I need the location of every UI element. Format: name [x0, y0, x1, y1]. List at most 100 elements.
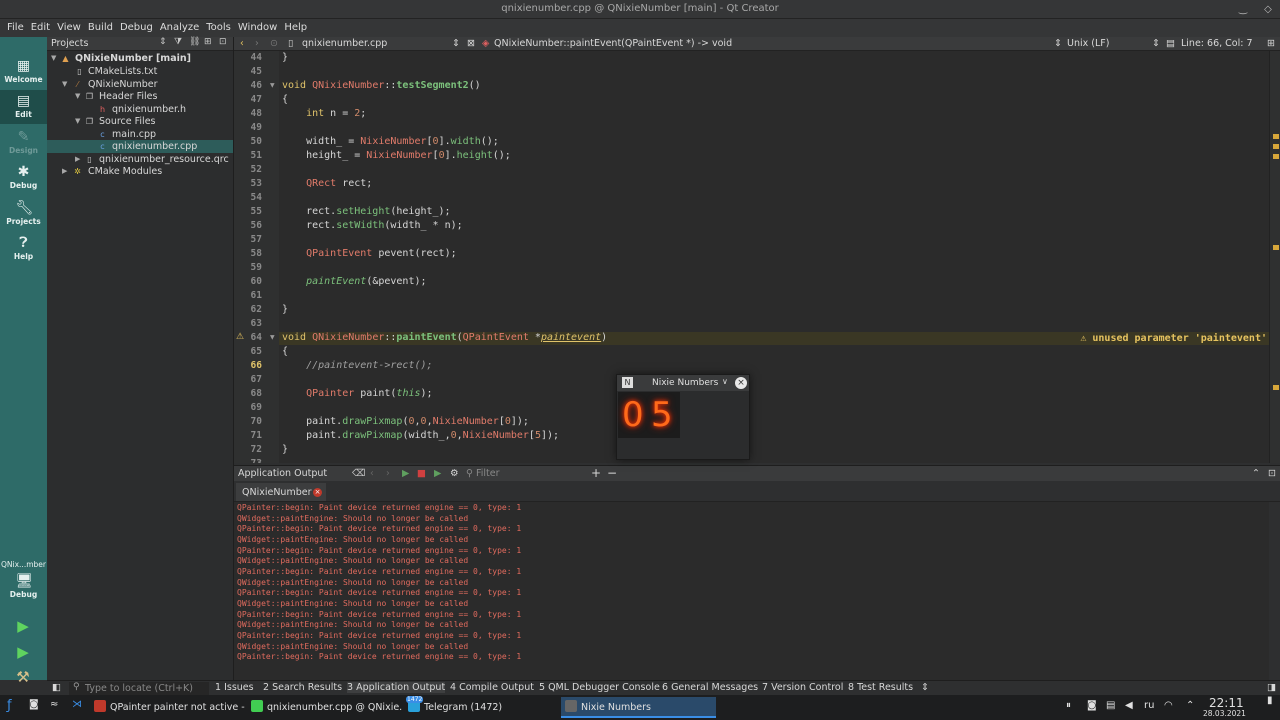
discord-tray-icon[interactable]: ◙: [1087, 700, 1097, 711]
discord-icon[interactable]: ◙: [29, 699, 39, 710]
mode-design[interactable]: ✎ Design: [0, 126, 47, 160]
task-telegram[interactable]: Telegram (1472): [404, 697, 559, 718]
mode-welcome[interactable]: ▦ Welcome: [0, 55, 47, 89]
menu-help[interactable]: Help: [283, 19, 311, 37]
launcher-icon[interactable]: ≈: [50, 699, 58, 710]
prev-icon[interactable]: ‹: [370, 468, 374, 479]
close-pane-icon[interactable]: ⊡: [219, 37, 227, 47]
toggle-output-icon[interactable]: ◨: [1267, 682, 1276, 693]
clock-time[interactable]: 22:11: [1209, 696, 1244, 710]
application-output[interactable]: QPainter::begin: Paint device returned e…: [234, 502, 1269, 680]
pane-application-output[interactable]: 3 Application Output: [347, 682, 446, 693]
close-file-icon[interactable]: ⊠: [467, 38, 475, 49]
expand-icon[interactable]: ▼: [51, 52, 56, 65]
zoom-in-icon[interactable]: +: [591, 466, 601, 480]
maximize-pane-icon[interactable]: ⌃: [1252, 468, 1260, 479]
fold-icon[interactable]: ▼: [270, 82, 275, 89]
link-icon[interactable]: ⛓︎: [189, 37, 200, 47]
task-qtcreator[interactable]: qnixienumber.cpp @ QNixie...: [247, 697, 402, 718]
split-editor-icon[interactable]: ⊞: [1267, 38, 1275, 49]
warning-marker[interactable]: [1273, 245, 1279, 250]
settings-icon[interactable]: ⚙: [450, 468, 459, 479]
task-nixie-numbers[interactable]: Nixie Numbers: [561, 697, 716, 718]
zoom-out-icon[interactable]: −: [607, 466, 617, 480]
minimize-icon[interactable]: ‿: [1236, 3, 1250, 16]
expand-icon[interactable]: ▼: [75, 115, 80, 128]
run-icon[interactable]: ▶: [14, 617, 32, 635]
mode-help[interactable]: ❓︎ Help: [0, 232, 47, 266]
clock-date[interactable]: 28.03.2021: [1203, 709, 1246, 718]
mode-edit[interactable]: ▤ Edit: [0, 90, 47, 124]
pane-version-control[interactable]: 7 Version Control: [762, 682, 843, 693]
clipboard-icon[interactable]: ▤: [1106, 700, 1115, 711]
split-icon[interactable]: ⊞: [204, 37, 212, 47]
volume-icon[interactable]: ◀: [1125, 700, 1133, 711]
tree-item-cmakelists[interactable]: ▯ CMakeLists.txt: [47, 65, 233, 78]
menu-window[interactable]: Window: [237, 19, 281, 37]
attach-debugger-icon[interactable]: ▶︎: [434, 468, 441, 479]
menu-file[interactable]: File: [6, 19, 28, 37]
pane-qml-debugger[interactable]: 5 QML Debugger Console: [539, 682, 660, 693]
wifi-icon[interactable]: ◠: [1164, 700, 1173, 711]
lock-icon[interactable]: ⊙: [270, 38, 278, 49]
rerun-icon[interactable]: ▶: [402, 468, 409, 479]
chevron-down-icon[interactable]: ∨: [722, 377, 728, 386]
collapse-icon[interactable]: ▶: [62, 165, 67, 178]
pane-general-messages[interactable]: 6 General Messages: [662, 682, 758, 693]
build-hammer-icon[interactable]: ⚒︎: [14, 668, 32, 686]
line-ending-dropdown-icon[interactable]: ⇕: [1152, 38, 1160, 49]
warning-icon[interactable]: ⚠: [236, 332, 244, 342]
menu-view[interactable]: View: [56, 19, 85, 37]
close-pane-icon[interactable]: ⊡: [1268, 468, 1276, 479]
filter-icon[interactable]: ⧩: [174, 37, 182, 47]
show-desktop-icon[interactable]: ▮: [1267, 695, 1273, 706]
expand-icon[interactable]: ▼: [75, 90, 80, 103]
editor-scrollbar[interactable]: [1269, 51, 1280, 463]
kit-selector[interactable]: 🖥︎ Debug: [0, 570, 47, 604]
code-editor[interactable]: 44 45 46 47 48 49 50 51 52 53 54 55 56 5…: [234, 51, 1269, 463]
vscode-icon[interactable]: ⋊: [72, 699, 82, 710]
fold-icon[interactable]: ▼: [270, 334, 275, 341]
maximize-icon[interactable]: ◇: [1261, 3, 1275, 16]
next-icon[interactable]: ›: [386, 468, 390, 479]
media-pause-icon[interactable]: ⏸: [1066, 700, 1071, 711]
warning-marker[interactable]: [1273, 154, 1279, 159]
tree-item-header-files[interactable]: ▼ ❐ Header Files: [47, 90, 233, 103]
mode-debug[interactable]: ✱ Debug: [0, 161, 47, 195]
nixie-numbers-window[interactable]: N Nixie Numbers ∨ × 0 5: [616, 374, 750, 460]
projects-title[interactable]: Projects: [51, 38, 88, 49]
fedora-menu-icon[interactable]: ƒ: [7, 698, 12, 713]
pane-test-results[interactable]: 8 Test Results: [848, 682, 913, 693]
open-file-selector[interactable]: qnixienumber.cpp: [302, 38, 387, 49]
warning-marker[interactable]: [1273, 134, 1279, 139]
stop-icon[interactable]: ■: [417, 468, 426, 479]
close-icon[interactable]: ×: [735, 377, 747, 389]
menu-tools[interactable]: Tools: [205, 19, 235, 37]
filter-field[interactable]: ⚲ Filter: [466, 468, 500, 479]
output-tab[interactable]: QNixieNumber ×: [236, 483, 326, 501]
back-icon[interactable]: ‹: [240, 38, 244, 49]
symbol-selector[interactable]: QNixieNumber::paintEvent(QPaintEvent *) …: [494, 38, 732, 49]
warning-marker[interactable]: [1273, 144, 1279, 149]
task-stackoverflow[interactable]: QPainter painter not active -...: [90, 697, 245, 718]
tree-item-cmake-modules[interactable]: ▶ ✲ CMake Modules: [47, 165, 233, 178]
symbol-dropdown-icon[interactable]: ⇕: [1054, 38, 1062, 49]
warning-marker[interactable]: [1273, 385, 1279, 390]
locator-input[interactable]: ⚲ Type to locate (Ctrl+K): [69, 682, 209, 695]
cursor-position[interactable]: Line: 66, Col: 7: [1181, 38, 1253, 49]
warning-annotation[interactable]: ⚠ unused parameter 'paintevent': [1080, 333, 1267, 344]
pane-issues[interactable]: 1 Issues: [215, 682, 254, 693]
tree-item-qnixienumber-cpp[interactable]: c qnixienumber.cpp: [47, 140, 233, 153]
menu-analyze[interactable]: Analyze: [159, 19, 203, 37]
forward-icon[interactable]: ›: [255, 38, 259, 49]
menu-debug[interactable]: Debug: [119, 19, 157, 37]
more-panes-icon[interactable]: ⇕: [921, 682, 929, 693]
file-dropdown-icon[interactable]: ⇕: [452, 38, 460, 49]
nixie-title-bar[interactable]: N Nixie Numbers ∨ ×: [617, 375, 749, 391]
clean-icon[interactable]: ⌫: [352, 468, 365, 479]
pane-compile-output[interactable]: 4 Compile Output: [450, 682, 534, 693]
menu-build[interactable]: Build: [87, 19, 117, 37]
line-ending-selector[interactable]: Unix (LF): [1067, 38, 1109, 49]
dropdown-icon[interactable]: ⇕: [159, 37, 167, 47]
tree-item-source-files[interactable]: ▼ ❐ Source Files: [47, 115, 233, 128]
